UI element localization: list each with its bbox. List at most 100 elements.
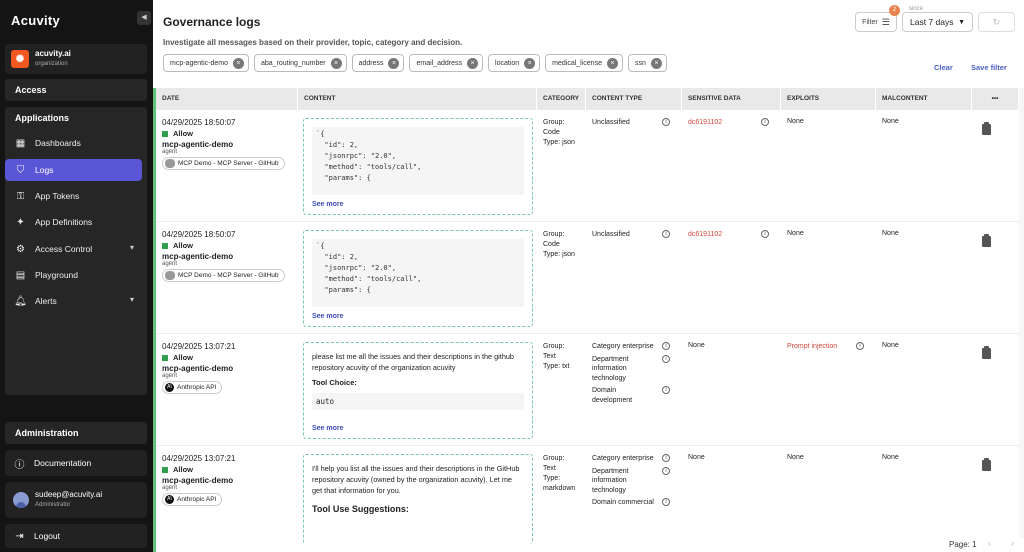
section-administration[interactable]: Administration — [5, 422, 147, 444]
clear-filters-button[interactable]: Clear — [934, 63, 953, 72]
sidebar-item-label: App Definitions — [35, 217, 93, 227]
table-row[interactable]: 04/29/2025 13:07:21 Allow mcp-agentic-de… — [156, 334, 1019, 446]
logout-label: Logout — [34, 531, 60, 541]
category-type: Type: json — [543, 139, 575, 146]
sidebar-item-label: Access Control — [35, 244, 93, 254]
close-icon[interactable]: × — [388, 57, 400, 69]
since-select[interactable]: Last 7 days ▼ — [902, 12, 973, 32]
table-row[interactable]: 04/29/2025 18:50:07 Allow mcp-agentic-de… — [156, 110, 1019, 222]
info-icon[interactable]: i — [662, 230, 670, 238]
filter-chip[interactable]: ssn × — [627, 54, 667, 72]
clipboard-icon[interactable] — [982, 234, 991, 247]
sidebar-item-app-tokens[interactable]: ⚿ App Tokens — [5, 185, 142, 207]
info-icon[interactable]: i — [761, 118, 769, 126]
row-date: 04/29/2025 13:07:21 — [162, 454, 236, 463]
chip-label: ssn — [634, 59, 646, 67]
main-content: Governance logs Investigate all messages… — [153, 0, 1024, 552]
scrollbar[interactable] — [1019, 88, 1024, 538]
refresh-button[interactable]: ↻ — [978, 12, 1015, 32]
filter-chip[interactable]: email_address × — [409, 54, 484, 72]
save-filter-button[interactable]: Save filter — [971, 63, 1007, 72]
content-type: Domain commercial — [592, 499, 654, 506]
content-type: Department information technology — [592, 467, 629, 494]
key-icon: ⚿ — [16, 190, 25, 202]
sensitive-data-value[interactable]: dc6191102 — [688, 118, 722, 128]
see-more-link[interactable]: See more — [312, 201, 344, 208]
collapse-sidebar-button[interactable]: ◀ — [137, 11, 151, 25]
table-row[interactable]: 04/29/2025 18:50:07 Allow mcp-agentic-de… — [156, 222, 1019, 334]
info-icon[interactable]: i — [662, 386, 670, 394]
brand-logo: Acuvity — [11, 13, 61, 28]
sidebar-item-label: Dashboards — [35, 138, 81, 148]
sidebar-item-label: Playground — [35, 270, 79, 280]
section-access[interactable]: Access — [5, 79, 147, 101]
user-menu[interactable]: sudeep@acuvity.ai Administrator — [5, 482, 147, 518]
sensitive-data-value[interactable]: dc6191102 — [688, 230, 722, 240]
tool-choice-value: auto — [312, 393, 524, 410]
source-label: Anthropic API — [177, 384, 217, 391]
logout-icon: ⇥ — [15, 530, 24, 542]
content-preview: I'll help you list all the issues and th… — [303, 454, 533, 544]
clipboard-icon[interactable] — [982, 458, 991, 471]
help-icon: ⓘ — [14, 459, 25, 471]
sidebar-item-app-definitions[interactable]: ✦ App Definitions — [5, 211, 142, 233]
sidebar-item-label: Logs — [35, 165, 54, 175]
category-group-label: Group: — [543, 231, 565, 238]
sidebar-item-alerts[interactable]: 🔔︎ Alerts ▾ — [5, 290, 142, 312]
org-name: acuvity.ai — [35, 49, 71, 58]
decision-label: Allow — [173, 465, 193, 474]
column-options-button[interactable]: ••• — [972, 88, 1019, 110]
exploits-value: None — [787, 454, 804, 461]
documentation-label: Documentation — [34, 458, 92, 468]
org-switcher[interactable]: ✺ acuvity.ai organization — [5, 44, 147, 74]
agent-type: agent — [162, 261, 178, 267]
agent-type: agent — [162, 373, 178, 379]
close-icon[interactable]: × — [650, 57, 662, 69]
info-icon[interactable]: i — [761, 230, 769, 238]
close-icon[interactable]: × — [467, 57, 479, 69]
close-icon[interactable]: × — [524, 57, 536, 69]
see-more-link[interactable]: See more — [312, 425, 344, 432]
close-icon[interactable]: × — [330, 57, 342, 69]
exploits-value[interactable]: Prompt injection — [787, 342, 837, 352]
filter-chip[interactable]: medical_license × — [545, 54, 623, 72]
clipboard-icon[interactable] — [982, 122, 991, 135]
filter-chip[interactable]: address × — [351, 54, 405, 72]
filter-chip[interactable]: aba_routing_number × — [253, 54, 347, 72]
sidebar-item-label: Alerts — [35, 296, 57, 306]
info-icon[interactable]: i — [856, 342, 864, 350]
decision-badge: Allow — [162, 129, 292, 138]
next-page-button[interactable]: › — [1011, 538, 1014, 548]
category-type: Type: txt — [543, 363, 570, 370]
content-type: Category enterprise — [592, 343, 654, 350]
close-icon[interactable]: × — [606, 57, 618, 69]
puzzle-icon: ✦ — [16, 216, 25, 228]
sidebar-item-logs[interactable]: ⛉ Logs — [5, 159, 142, 181]
sidebar-item-access-control[interactable]: ⚙ Access Control ▾ — [5, 238, 142, 260]
code-preview: `{ "id": 2, "jsonrpc": "2.0", "method": … — [312, 127, 524, 195]
info-icon[interactable]: i — [662, 498, 670, 506]
agent-name: mcp-agentic-demo — [162, 364, 234, 373]
info-icon[interactable]: i — [662, 454, 670, 462]
sidebar-item-dashboards[interactable]: ▦ Dashboards — [5, 132, 142, 154]
malcontent-value: None — [882, 342, 899, 349]
clipboard-icon[interactable] — [982, 346, 991, 359]
info-icon[interactable]: i — [662, 118, 670, 126]
info-icon[interactable]: i — [662, 466, 670, 475]
table-row[interactable]: 04/29/2025 13:07:21 Allow mcp-agentic-de… — [156, 446, 1019, 552]
close-icon[interactable]: × — [232, 57, 244, 69]
row-date: 04/29/2025 13:07:21 — [162, 342, 236, 351]
logout-button[interactable]: ⇥ Logout — [5, 524, 147, 548]
prev-page-button[interactable]: ‹ — [988, 538, 991, 548]
category-type: Type: — [543, 475, 561, 482]
sensitive-data-value: None — [688, 454, 705, 461]
chat-icon: ▤ — [15, 269, 26, 281]
filter-chip[interactable]: mcp-agentic-demo × — [163, 54, 249, 72]
sidebar-item-playground[interactable]: ▤ Playground — [5, 264, 142, 286]
filter-chip[interactable]: location × — [488, 54, 541, 72]
info-icon[interactable]: i — [662, 354, 670, 363]
documentation-link[interactable]: ⓘ Documentation — [5, 450, 147, 476]
info-icon[interactable]: i — [662, 342, 670, 350]
see-more-link[interactable]: See more — [312, 313, 344, 320]
category-type-value: markdown — [543, 485, 576, 492]
